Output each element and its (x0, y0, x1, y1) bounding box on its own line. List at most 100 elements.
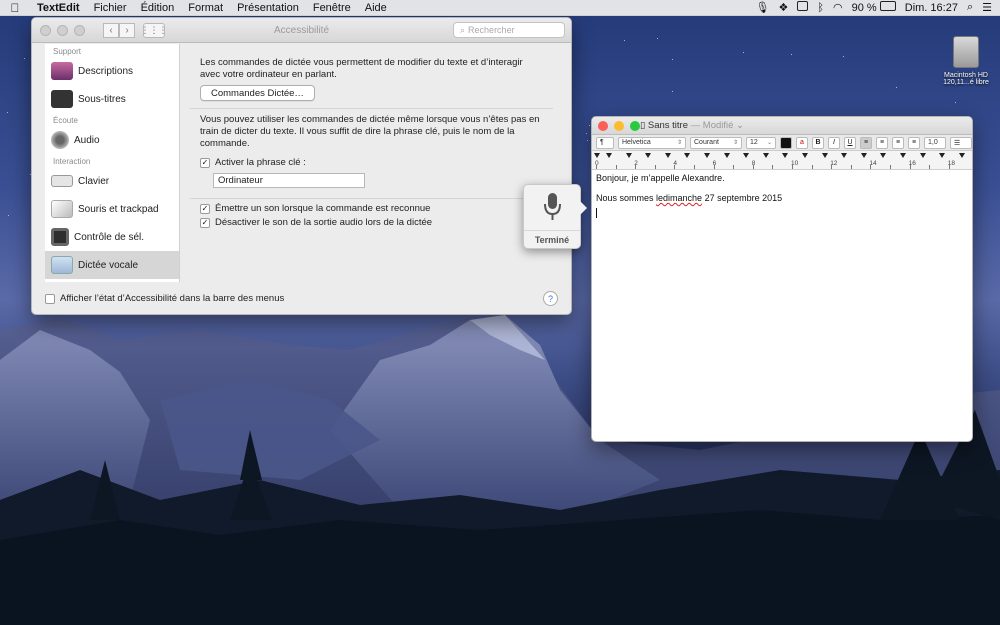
airplay-icon[interactable] (797, 1, 809, 14)
zoom-window-button[interactable] (74, 24, 85, 36)
sidebar-item-label: Clavier (78, 175, 110, 187)
ruler-tab-stop[interactable] (743, 153, 750, 158)
ruler-tab-stop[interactable] (841, 153, 848, 158)
close-window-button[interactable] (598, 120, 608, 131)
bluetooth-icon[interactable]: ᛒ (817, 2, 824, 14)
sidebar-item-label: Sous-titres (78, 93, 126, 105)
paragraph-style-popup[interactable]: ¶ (596, 136, 614, 149)
desktop-disk-icon[interactable]: Macintosh HD 120,11...é libre (936, 36, 996, 86)
sidebar-item-descriptions[interactable]: Descriptions (45, 57, 179, 85)
document-title: ▯ Sans titre — Modifié ⌄ (640, 120, 744, 131)
wifi-icon[interactable]: ◠ (833, 1, 843, 14)
menubar-clock[interactable]: Dim. 16:27 (905, 2, 958, 14)
spotlight-search-icon[interactable]: ⌕ (967, 1, 973, 14)
font-family-popup[interactable]: Helvetica ⇕ (618, 136, 686, 149)
menu-app-name[interactable]: TextEdit (30, 2, 87, 14)
ruler-tab-stop[interactable] (645, 153, 652, 158)
chevron-down-icon[interactable]: ⌄ (736, 120, 744, 131)
align-right-icon[interactable]: ≡ (892, 136, 904, 149)
ruler-tab-stop[interactable] (821, 153, 828, 158)
sidebar-item-dictation[interactable]: Dictée vocale (45, 251, 179, 279)
minimize-window-button[interactable] (57, 24, 68, 36)
align-left-icon[interactable]: ≡ (860, 136, 872, 149)
menu-edition[interactable]: Édition (134, 2, 182, 14)
sidebar-item-label: Contrôle de sél. (74, 231, 145, 243)
keyphrase-input[interactable]: Ordinateur (213, 173, 365, 188)
disk-free-space: 120,11...é libre (943, 79, 989, 86)
ruler-tab-stop[interactable] (919, 153, 926, 158)
ruler-tab-stop[interactable] (802, 153, 808, 158)
align-center-icon[interactable]: ≡ (876, 136, 888, 149)
sound-checkbox[interactable]: ✓ (200, 203, 210, 214)
star (8, 214, 10, 216)
justify-icon[interactable]: ≡ (908, 136, 920, 149)
zoom-window-button[interactable] (630, 120, 640, 131)
misspelled-word[interactable]: ledimanche (656, 193, 702, 203)
menu-presentation[interactable]: Présentation (230, 2, 306, 14)
search-placeholder: Rechercher (468, 25, 515, 35)
sidebar-item-audio[interactable]: Audio (45, 126, 179, 154)
prefs-search-input[interactable]: ⌕ Rechercher (453, 22, 565, 38)
dropbox-icon[interactable]: ❖ (779, 1, 789, 14)
text-color-well[interactable] (780, 136, 792, 149)
dictation-commands-button[interactable]: Commandes Dictée… (200, 85, 315, 101)
ruler-tab-stop[interactable] (900, 153, 906, 158)
document-ruler[interactable]: 0 2 4 6 8 10 12 14 16 18 (592, 151, 972, 170)
show-status-checkbox[interactable] (45, 293, 55, 304)
close-window-button[interactable] (40, 24, 51, 36)
menu-fichier[interactable]: Fichier (87, 2, 134, 14)
ruler-tab-stop[interactable] (782, 153, 789, 158)
ruler-tab-stop[interactable] (664, 153, 671, 158)
font-size-popup[interactable]: 12 ⌄ (746, 136, 776, 149)
ruler-tick (870, 165, 872, 169)
ruler-tab-stop[interactable] (958, 153, 965, 158)
mute-checkbox-row[interactable]: ✓ Désactiver le son de la sortie audio l… (200, 217, 432, 228)
mute-checkbox[interactable]: ✓ (200, 217, 210, 228)
ruler-tab-stop[interactable] (762, 153, 769, 158)
menu-aide[interactable]: Aide (358, 2, 394, 14)
ruler-tab-stop[interactable] (880, 153, 887, 158)
sidebar-item-subtitles[interactable]: Sous-titres (45, 85, 179, 113)
line-spacing-popup[interactable]: 1,0 (924, 136, 946, 149)
ruler-tab-stop[interactable] (860, 153, 867, 158)
dictation-done-button[interactable]: Terminé (524, 230, 580, 245)
prefs-titlebar[interactable]: ‹ › ⋮⋮⋮ Accessibilité ⌕ Rechercher (32, 18, 571, 43)
keyphrase-checkbox-row[interactable]: ✓ Activer la phrase clé : (200, 157, 306, 168)
ruler-tab-stop[interactable] (704, 153, 710, 158)
ruler-indent-marker[interactable] (594, 153, 600, 158)
sidebar-item-switch-control[interactable]: Contrôle de sél. (45, 223, 179, 251)
show-all-grid-icon[interactable]: ⋮⋮⋮ (141, 22, 168, 38)
sidebar-item-keyboard[interactable]: Clavier (45, 167, 179, 195)
ruler-tab-stop[interactable] (684, 153, 691, 158)
bold-button[interactable]: B (812, 136, 824, 149)
italic-button[interactable]: I (828, 136, 840, 149)
menu-format[interactable]: Format (181, 2, 230, 14)
notification-center-icon[interactable]: ☰ (982, 1, 992, 14)
show-accessibility-status-row[interactable]: Afficher l’état d’Accessibilité dans la … (45, 293, 284, 304)
sidebar-item-label: Audio (74, 134, 100, 146)
forward-chevron-icon[interactable]: › (119, 22, 135, 38)
ruler-tab-stop[interactable] (625, 153, 632, 158)
underline-button[interactable]: U (844, 136, 856, 149)
keyphrase-checkbox[interactable]: ✓ (200, 157, 210, 168)
battery-status[interactable]: 90 % (852, 1, 896, 14)
ruler-tab-stop[interactable] (939, 153, 946, 158)
textedit-titlebar[interactable]: ▯ Sans titre — Modifié ⌄ (592, 117, 972, 135)
sidebar-item-label: Descriptions (78, 65, 134, 77)
document-text-area[interactable]: Bonjour, je m’appelle Alexandre. Nous so… (592, 170, 972, 224)
back-chevron-icon[interactable]: ‹ (103, 22, 119, 38)
sound-checkbox-row[interactable]: ✓ Émettre un son lorsque la commande est… (200, 203, 430, 214)
ruler-tab-stop[interactable] (606, 153, 612, 158)
list-style-popup[interactable]: ☰ (950, 136, 972, 149)
menu-fenetre[interactable]: Fenêtre (306, 2, 358, 14)
font-style-popup[interactable]: Courant ⇕ (690, 136, 742, 149)
ruler-tab-stop[interactable] (723, 153, 730, 158)
minimize-window-button[interactable] (614, 120, 624, 131)
document-icon: ▯ (640, 120, 646, 131)
highlight-color-icon[interactable]: a (796, 136, 808, 149)
list-icon: ☰ (954, 139, 961, 147)
sidebar-item-mouse-trackpad[interactable]: Souris et trackpad (45, 195, 179, 223)
microphone-icon[interactable]: 🎙 (756, 1, 770, 14)
help-button[interactable]: ? (543, 291, 558, 306)
apple-menu-icon[interactable]:  (0, 1, 30, 15)
